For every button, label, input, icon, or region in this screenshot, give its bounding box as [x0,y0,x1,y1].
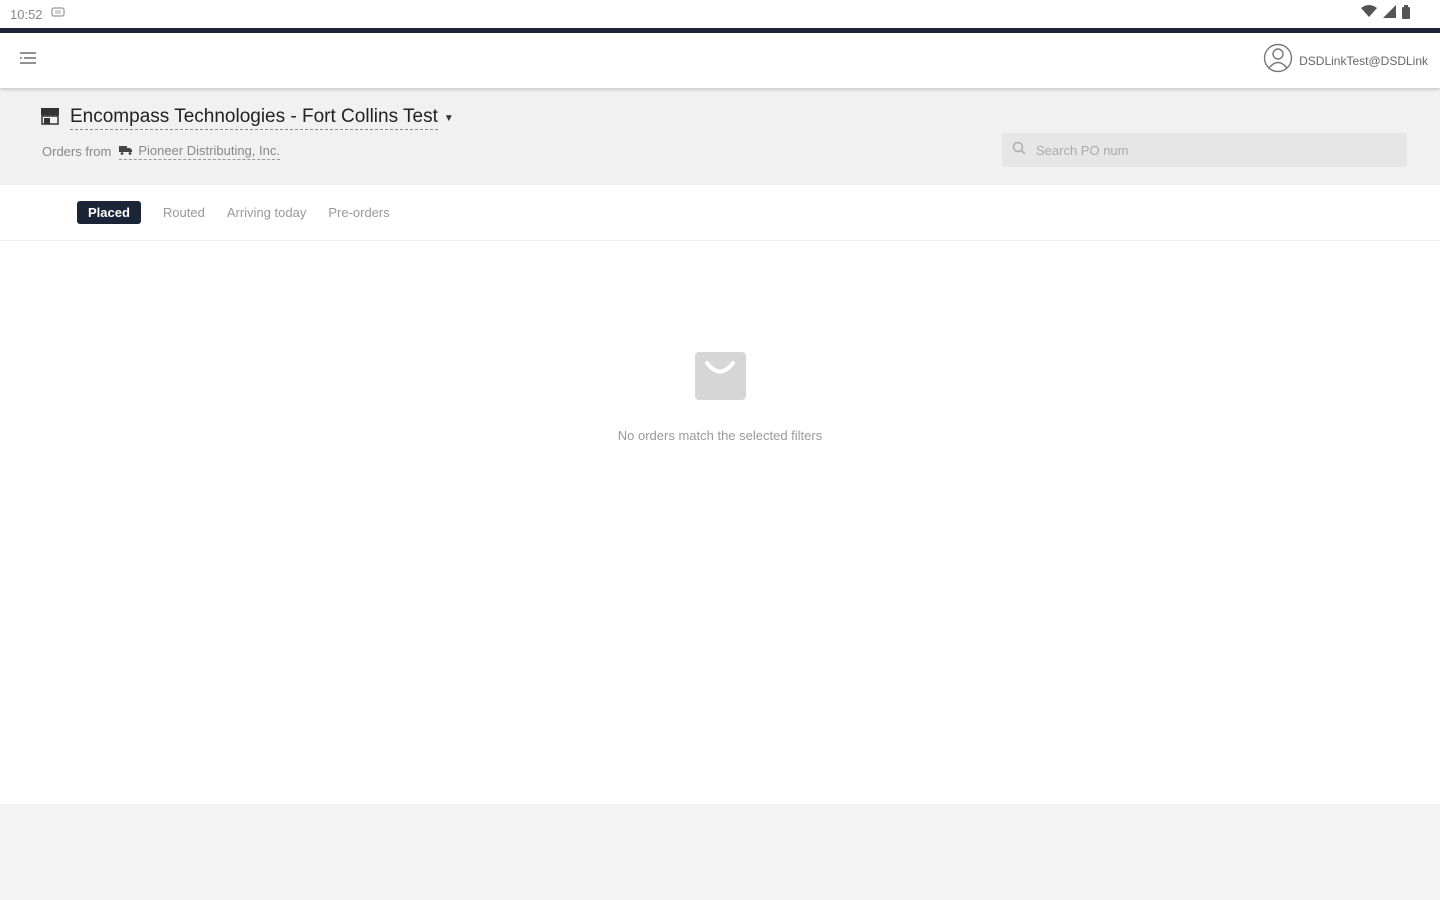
search-box[interactable] [1002,133,1407,167]
status-right [1361,4,1430,24]
location-title[interactable]: Encompass Technologies - Fort Collins Te… [70,106,438,130]
account-button[interactable]: DSDLinkTest@DSDLink [1263,43,1428,78]
search-icon [1012,141,1026,160]
footer-area [0,804,1440,900]
orders-from-label: Orders from [42,144,112,159]
notification-icon [50,5,67,23]
shopping-bag-icon [694,352,746,400]
battery-icon [1402,4,1410,24]
empty-state: No orders match the selected filters [0,352,1440,443]
orders-from-row: Orders from Pioneer Distributing, Inc. [42,143,280,160]
orders-list-area: No orders match the selected filters [0,241,1440,804]
menu-button[interactable] [16,49,40,73]
distributor-name: Pioneer Distributing, Inc. [138,143,280,158]
status-left: 10:52 [10,5,67,23]
wifi-icon [1361,5,1377,23]
empty-state-message: No orders match the selected filters [617,428,823,443]
status-time: 10:52 [10,6,43,22]
distributor-selector[interactable]: Pioneer Distributing, Inc. [119,143,280,160]
truck-icon [119,143,133,158]
chevron-down-icon[interactable]: ▼ [444,113,454,124]
system-status-bar: 10:52 [0,0,1440,28]
store-icon [40,107,60,130]
tab-routed[interactable]: Routed [163,201,205,224]
search-input[interactable] [1036,142,1376,158]
location-selector[interactable]: Encompass Technologies - Fort Collins Te… [40,106,454,130]
cell-signal-icon [1383,5,1396,23]
tab-placed[interactable]: Placed [77,201,141,224]
page-header: Encompass Technologies - Fort Collins Te… [0,88,1440,185]
tab-arriving-today[interactable]: Arriving today [227,201,306,224]
order-status-tabs: Placed Routed Arriving today Pre-orders [0,185,1440,241]
app-bar: DSDLinkTest@DSDLink [0,33,1440,88]
account-email: DSDLinkTest@DSDLink [1299,53,1428,68]
tab-pre-orders[interactable]: Pre-orders [328,201,389,224]
account-icon [1263,43,1293,78]
menu-icon [18,50,38,71]
